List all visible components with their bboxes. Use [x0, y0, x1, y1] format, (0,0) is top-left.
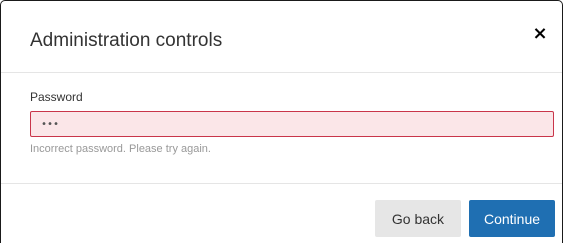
- password-field[interactable]: [30, 111, 554, 137]
- password-label: Password: [30, 90, 83, 104]
- continue-button[interactable]: Continue: [469, 200, 555, 237]
- dialog-body: Password Incorrect password. Please try …: [1, 73, 562, 184]
- administration-dialog: Administration controls × Password Incor…: [0, 0, 563, 243]
- password-error-message: Incorrect password. Please try again.: [30, 143, 211, 155]
- go-back-button[interactable]: Go back: [375, 200, 461, 237]
- dialog-footer: Go back Continue: [1, 184, 562, 244]
- dialog-header: Administration controls ×: [1, 1, 562, 73]
- dialog-title: Administration controls: [30, 30, 223, 51]
- close-icon[interactable]: ×: [530, 23, 550, 45]
